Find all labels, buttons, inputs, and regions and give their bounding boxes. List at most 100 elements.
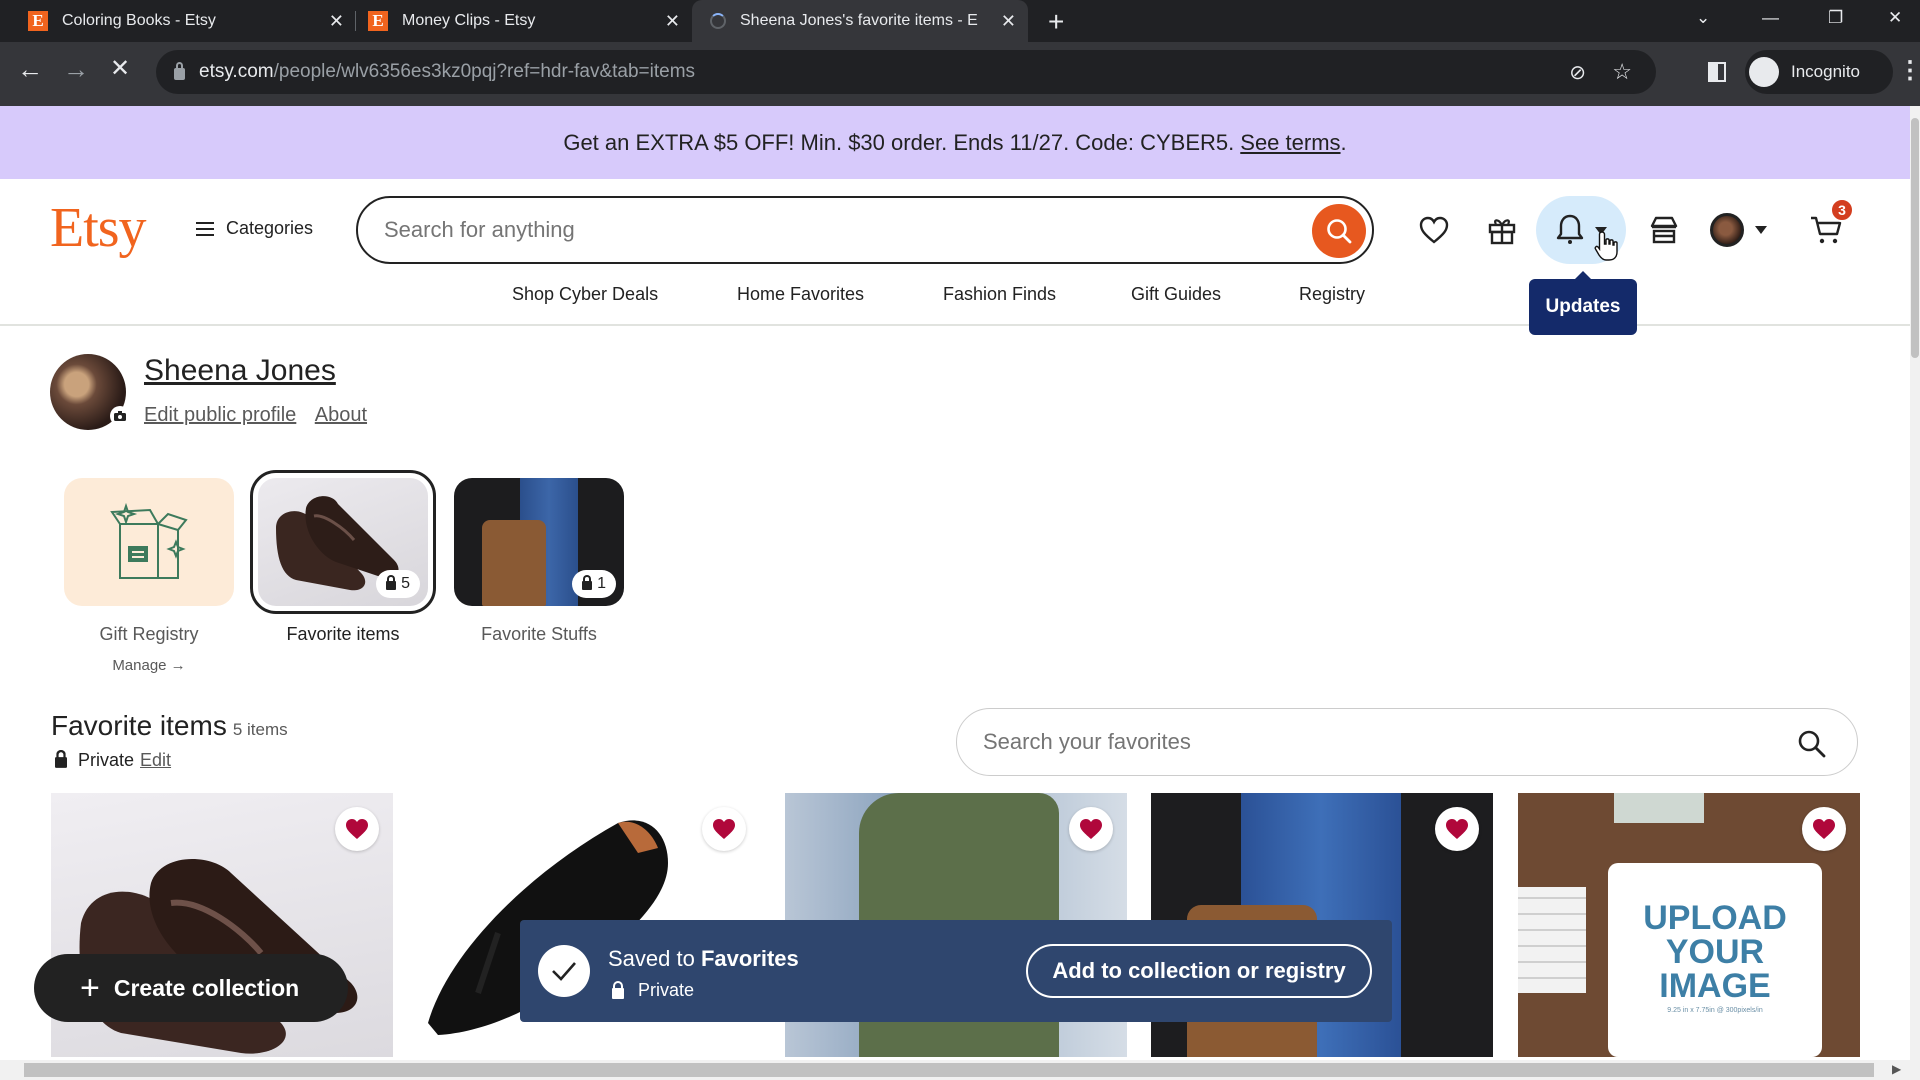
bookmark-star-icon[interactable]: ☆ xyxy=(1612,59,1632,85)
collection-thumbnail: 5 xyxy=(250,470,436,614)
tab-search-icon[interactable]: ⌄ xyxy=(1696,0,1710,36)
chevron-down-icon xyxy=(1755,226,1767,234)
backpack-image xyxy=(482,520,546,606)
close-tab-icon[interactable]: ✕ xyxy=(665,11,680,32)
heart-filled-icon xyxy=(1813,819,1835,839)
promo-text: Get an EXTRA $5 OFF! Min. $30 order. End… xyxy=(563,129,1235,155)
gift-button[interactable] xyxy=(1482,210,1522,250)
create-collection-label: Create collection xyxy=(113,974,300,1001)
profile-name[interactable]: Sheena Jones xyxy=(144,354,336,388)
collection-favorite-items[interactable]: 5 Favorite items xyxy=(250,470,436,645)
see-terms-link[interactable]: See terms xyxy=(1240,130,1340,156)
categories-label: Categories xyxy=(226,218,314,238)
vertical-scrollbar-thumb[interactable] xyxy=(1911,118,1919,358)
lock-icon xyxy=(582,575,593,590)
close-tab-icon[interactable]: ✕ xyxy=(329,11,344,32)
collection-gift-registry[interactable]: Gift Registry Manage → xyxy=(64,478,234,674)
favorite-item-card[interactable]: UPLOAD YOUR IMAGE 9.25 in x 7.75in @ 300… xyxy=(1518,793,1860,1057)
unfavorite-button[interactable] xyxy=(1069,807,1113,851)
avatar-icon xyxy=(1710,213,1744,247)
profile-label: Incognito xyxy=(1791,62,1860,81)
add-to-collection-button[interactable]: Add to collection or registry xyxy=(1026,944,1372,998)
shop-manager-button[interactable] xyxy=(1644,210,1684,250)
about-link[interactable]: About xyxy=(315,404,367,426)
nav-registry[interactable]: Registry xyxy=(1299,284,1365,305)
account-menu-button[interactable] xyxy=(1710,210,1776,250)
collection-thumbnail: 1 xyxy=(454,478,624,606)
favorites-title: Favorite items xyxy=(51,710,227,741)
back-icon[interactable]: ← xyxy=(12,54,48,85)
lock-icon xyxy=(612,980,624,999)
stop-loading-icon[interactable]: ✕ xyxy=(102,54,138,83)
search-input[interactable] xyxy=(384,217,1264,243)
address-bar[interactable]: etsy.com/people/wlv6356es3kz0pqj?ref=hdr… xyxy=(156,50,1656,94)
forward-icon[interactable]: → xyxy=(58,54,94,85)
upload-subtext: 9.25 in x 7.75in @ 300pixels/in xyxy=(1667,1007,1763,1014)
tab-title: Coloring Books - Etsy xyxy=(62,12,216,29)
profile-links: Edit public profile About xyxy=(144,404,381,427)
heart-filled-icon xyxy=(1446,819,1468,839)
browser-toolbar: ← → ✕ etsy.com/people/wlv6356es3kz0pqj?r… xyxy=(0,42,1920,106)
search-icon[interactable] xyxy=(1797,729,1827,759)
eye-off-icon[interactable]: ⊘ xyxy=(1569,60,1586,85)
etsy-favicon-icon: E xyxy=(368,11,388,31)
mousepad-image: UPLOAD YOUR IMAGE 9.25 in x 7.75in @ 300… xyxy=(1608,863,1822,1057)
nav-home-favorites[interactable]: Home Favorites xyxy=(737,284,864,305)
create-collection-button[interactable]: + Create collection xyxy=(34,954,348,1022)
collection-thumbnail xyxy=(64,478,234,606)
search-button[interactable] xyxy=(1312,204,1366,258)
gift-box-icon xyxy=(110,502,188,579)
collection-label: Gift Registry xyxy=(99,624,199,644)
side-panel-icon[interactable] xyxy=(1708,62,1726,82)
new-tab-button[interactable]: + xyxy=(1048,6,1064,38)
unfavorite-button[interactable] xyxy=(1435,807,1479,851)
promo-banner: Get an EXTRA $5 OFF! Min. $30 order. End… xyxy=(0,106,1910,179)
browser-tab-strip: E Coloring Books - Etsy ✕ E Money Clips … xyxy=(0,0,1920,42)
url-domain: etsy.com xyxy=(199,61,274,82)
nav-shop-cyber-deals[interactable]: Shop Cyber Deals xyxy=(512,284,658,305)
toast-privacy: Private xyxy=(612,980,694,1001)
camera-icon[interactable] xyxy=(110,406,130,426)
url-path: /people/wlv6356es3kz0pqj?ref=hdr-fav&tab… xyxy=(273,61,696,82)
url-text[interactable]: etsy.com/people/wlv6356es3kz0pqj?ref=hdr… xyxy=(199,61,695,83)
close-window-icon[interactable]: ✕ xyxy=(1888,0,1902,36)
minimize-icon[interactable]: — xyxy=(1762,0,1779,36)
close-tab-icon[interactable]: ✕ xyxy=(1001,11,1016,32)
loading-spinner-icon xyxy=(710,13,726,29)
unfavorite-button[interactable] xyxy=(702,807,746,851)
check-icon xyxy=(538,945,590,997)
favorites-privacy: Private Edit xyxy=(55,749,171,771)
collection-favorite-stuffs[interactable]: 1 Favorite Stuffs xyxy=(454,478,624,645)
browser-tab[interactable]: E Money Clips - Etsy ✕ xyxy=(356,0,692,42)
etsy-logo[interactable]: Etsy xyxy=(50,196,147,260)
restore-icon[interactable]: ❐ xyxy=(1828,0,1843,36)
scroll-right-arrow-icon[interactable]: ▶ xyxy=(1892,1062,1901,1076)
favorites-search-input[interactable] xyxy=(983,729,1763,755)
incognito-profile-button[interactable]: Incognito xyxy=(1745,50,1893,94)
browser-menu-icon[interactable]: ⋮ xyxy=(1898,56,1920,85)
bell-icon xyxy=(1556,214,1584,244)
lock-icon xyxy=(55,749,67,768)
browser-tab-active[interactable]: Sheena Jones's favorite items - E ✕ xyxy=(692,0,1028,42)
search-icon xyxy=(1327,219,1352,244)
categories-button[interactable]: Categories xyxy=(196,218,313,239)
edit-public-profile-link[interactable]: Edit public profile xyxy=(144,404,296,426)
horizontal-scrollbar-thumb[interactable] xyxy=(24,1063,1874,1077)
saved-toast: Saved to Favorites Private Add to collec… xyxy=(520,920,1392,1022)
incognito-icon xyxy=(1749,57,1779,87)
manage-registry-link[interactable]: Manage → xyxy=(64,657,234,674)
nav-gift-guides[interactable]: Gift Guides xyxy=(1131,284,1221,305)
heart-filled-icon xyxy=(713,819,735,839)
heart-icon xyxy=(1419,216,1449,244)
etsy-favicon-icon: E xyxy=(28,11,48,31)
unfavorite-button[interactable] xyxy=(335,807,379,851)
edit-privacy-link[interactable]: Edit xyxy=(140,750,171,771)
favorites-button[interactable] xyxy=(1414,210,1454,250)
browser-tab[interactable]: E Coloring Books - Etsy ✕ xyxy=(16,0,356,42)
item-image xyxy=(79,859,358,1054)
nav-fashion-finds[interactable]: Fashion Finds xyxy=(943,284,1056,305)
cart-count-badge: 3 xyxy=(1830,198,1854,222)
unfavorite-button[interactable] xyxy=(1802,807,1846,851)
tab-title: Money Clips - Etsy xyxy=(402,12,536,29)
favorites-heading: Favorite items 5 items xyxy=(51,710,288,742)
